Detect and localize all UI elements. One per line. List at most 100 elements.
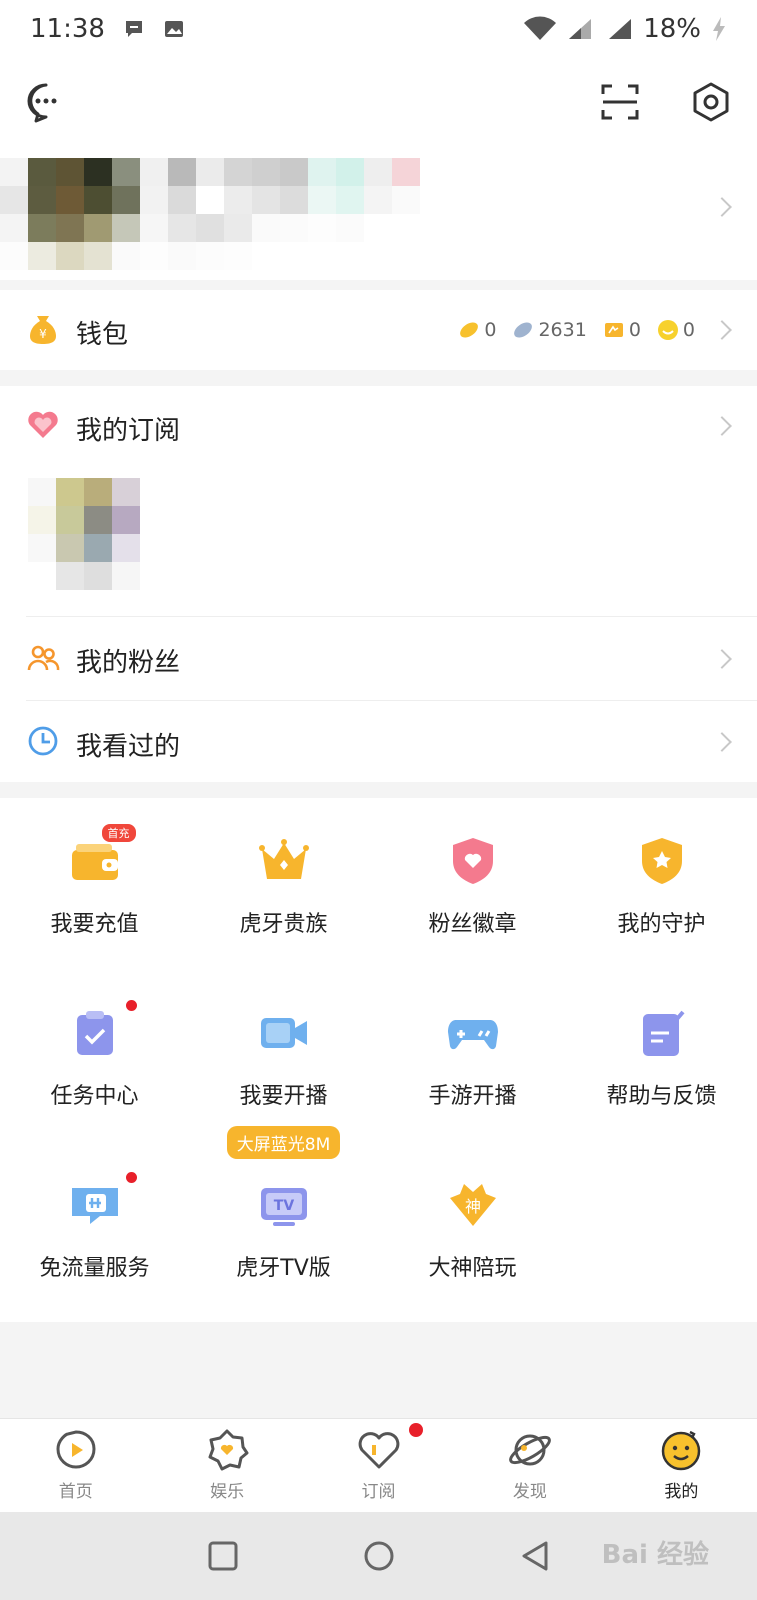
- profile-header[interactable]: [0, 148, 757, 280]
- silver-bean-icon: [514, 322, 533, 338]
- scan-icon: [601, 84, 639, 120]
- wallet-stats: 0 2631 0 0: [448, 290, 695, 370]
- crown-icon: [258, 839, 309, 879]
- clock-icon: [28, 726, 58, 756]
- gold-bean-icon: [460, 322, 479, 338]
- grid-item-mobile-game-live[interactable]: 手游开播: [378, 970, 567, 1120]
- clipboard-check-icon: [76, 1011, 113, 1055]
- recent-apps-icon[interactable]: [207, 1540, 239, 1572]
- chevron-right-icon: [712, 732, 732, 752]
- heart-icon: [28, 411, 58, 438]
- chevron-right-icon: [712, 649, 732, 669]
- grid-item-label: 任务中心: [50, 1084, 139, 1109]
- status-time: 11:38: [30, 14, 105, 44]
- grid-item-guard[interactable]: 我的守护: [567, 798, 756, 948]
- grid-item-label: 手游开播: [428, 1084, 517, 1109]
- tab-subscribe[interactable]: 订阅: [303, 1419, 454, 1512]
- wifi-icon: [524, 16, 557, 40]
- grid-item-tv-version[interactable]: 大屏蓝光8M TV 虎牙TV版: [189, 1126, 378, 1292]
- grid-item-label: 我的守护: [617, 912, 706, 937]
- tab-label: 首页: [58, 1482, 93, 1502]
- tab-label: 发现: [512, 1482, 547, 1502]
- grid-item-label: 粉丝徽章: [428, 912, 517, 937]
- gear-icon: [693, 82, 729, 122]
- grid-item-label: 我要充值: [50, 912, 139, 937]
- grid-item-god-companion[interactable]: 神 大神陪玩: [378, 1142, 567, 1292]
- grid-item-fan-badge[interactable]: 粉丝徽章: [378, 798, 567, 948]
- grid-item-nobility[interactable]: 虎牙贵族: [189, 798, 378, 948]
- discover-icon: [509, 1434, 551, 1466]
- subscribed-streamer-avatar[interactable]: [28, 478, 140, 590]
- tab-me[interactable]: 我的: [606, 1419, 757, 1512]
- grid-item-help-feedback[interactable]: 帮助与反馈: [567, 970, 756, 1120]
- silver-bean-count: 2631: [538, 319, 587, 341]
- promo-badge: 大屏蓝光8M: [226, 1126, 341, 1159]
- grid-item-label: 帮助与反馈: [606, 1084, 717, 1109]
- message-button[interactable]: [22, 78, 70, 126]
- signal-2g-icon: [609, 19, 632, 39]
- avatar-username-mosaic: [0, 158, 420, 278]
- ticket-icon: [604, 323, 623, 337]
- notification-dot: [125, 1172, 137, 1183]
- fans-label: 我的粉丝: [76, 648, 181, 678]
- grid-item-start-live[interactable]: 我要开播: [189, 970, 378, 1120]
- history-row[interactable]: 我看过的: [0, 702, 757, 782]
- divider: [26, 616, 757, 617]
- fans-icon: [27, 645, 60, 671]
- charging-icon: [713, 17, 725, 41]
- history-label: 我看过的: [76, 732, 181, 762]
- chat-notification-icon: [125, 21, 142, 37]
- grid-item-label: 免流量服务: [39, 1256, 150, 1281]
- god-badge-icon: 神: [449, 1184, 496, 1226]
- me-icon: [662, 1430, 701, 1471]
- divider: [26, 700, 757, 701]
- home-circle-icon[interactable]: [363, 1540, 395, 1572]
- tab-home[interactable]: 首页: [0, 1419, 151, 1512]
- subscription-block: 我的订阅 我的粉丝 我看过的: [0, 386, 757, 782]
- grid-item-label: 虎牙贵族: [239, 912, 328, 937]
- settings-button[interactable]: [687, 78, 735, 126]
- wallet-label: 钱包: [76, 320, 129, 350]
- tab-label: 娱乐: [210, 1482, 245, 1502]
- tv-icon: TV: [260, 1188, 307, 1226]
- chevron-right-icon: [712, 416, 732, 436]
- video-camera-icon: [260, 1018, 307, 1048]
- subscription-label: 我的订阅: [76, 416, 181, 446]
- svg-text:神: 神: [464, 1197, 480, 1216]
- grid-item-task-center[interactable]: 任务中心: [0, 970, 189, 1120]
- gamepad-icon: [447, 1020, 498, 1050]
- home-icon: [56, 1430, 96, 1469]
- gold-bean-count: 0: [484, 319, 497, 341]
- tab-label: 我的: [664, 1482, 699, 1502]
- fans-row[interactable]: 我的粉丝: [0, 618, 757, 700]
- entertainment-icon: [208, 1429, 249, 1471]
- tab-label: 订阅: [361, 1482, 396, 1502]
- money-bag-icon: ¥: [30, 316, 56, 344]
- data-card-icon: [71, 1188, 118, 1224]
- heart-shield-icon: [452, 838, 493, 884]
- edit-note-icon: [642, 1010, 685, 1056]
- wallet-card-icon: [71, 844, 118, 880]
- grid-item-label: 我要开播: [239, 1084, 328, 1109]
- back-icon[interactable]: [519, 1540, 551, 1572]
- top-bar: [0, 58, 757, 148]
- first-recharge-badge: 首充: [101, 824, 136, 842]
- grid-item-recharge[interactable]: 首充 我要充值: [0, 798, 189, 948]
- notification-dot: [408, 1423, 423, 1437]
- notification-dot: [125, 1000, 137, 1011]
- smile-coin-count: 0: [682, 319, 695, 341]
- image-notification-icon: [164, 21, 183, 37]
- wallet-row[interactable]: ¥ 钱包 0 2631 0 0: [0, 290, 757, 370]
- subscription-row[interactable]: 我的订阅: [0, 386, 757, 466]
- grid-item-label: 虎牙TV版: [236, 1256, 331, 1281]
- chevron-right-icon: [712, 320, 732, 340]
- scan-button[interactable]: [596, 78, 644, 126]
- tab-discover[interactable]: 发现: [454, 1419, 605, 1512]
- tab-entertainment[interactable]: 娱乐: [151, 1419, 302, 1512]
- feature-grid: 首充 我要充值 虎牙贵族 粉丝徽章 我的守护 任务中心 我要开播 手游开播 帮助…: [0, 798, 757, 1322]
- battery-percent: 18%: [643, 14, 701, 44]
- grid-item-label: 大神陪玩: [428, 1256, 517, 1281]
- grid-item-free-data[interactable]: 免流量服务: [0, 1142, 189, 1292]
- subscribe-icon: [358, 1432, 399, 1469]
- message-icon: [27, 83, 57, 123]
